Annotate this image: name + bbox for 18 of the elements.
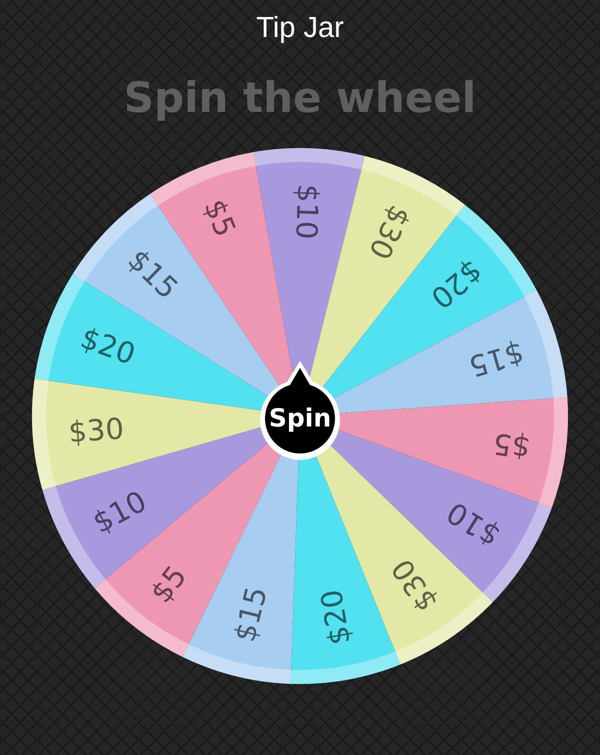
segment-label: $20 — [76, 320, 140, 372]
segment-label: $30 — [67, 411, 125, 450]
segment-label: $20 — [314, 587, 358, 648]
wheel-heading: Spin the wheel — [124, 72, 476, 124]
page-title: Tip Jar — [256, 11, 344, 46]
segment-label: $30 — [362, 200, 417, 265]
segment-label: $10 — [289, 184, 326, 240]
segment-label: $10 — [87, 484, 152, 540]
segment-label: $15 — [121, 242, 185, 306]
segment-label: $5 — [144, 559, 194, 610]
segment-label: $5 — [490, 426, 532, 466]
segment-label: $20 — [424, 254, 489, 316]
segment-label: $5 — [197, 194, 243, 242]
segment-label: $15 — [465, 336, 528, 384]
segment-label: $15 — [227, 583, 274, 646]
segment-label: $10 — [440, 495, 506, 554]
segment-label: $30 — [384, 552, 444, 618]
spin-button[interactable]: Spin — [260, 361, 340, 460]
